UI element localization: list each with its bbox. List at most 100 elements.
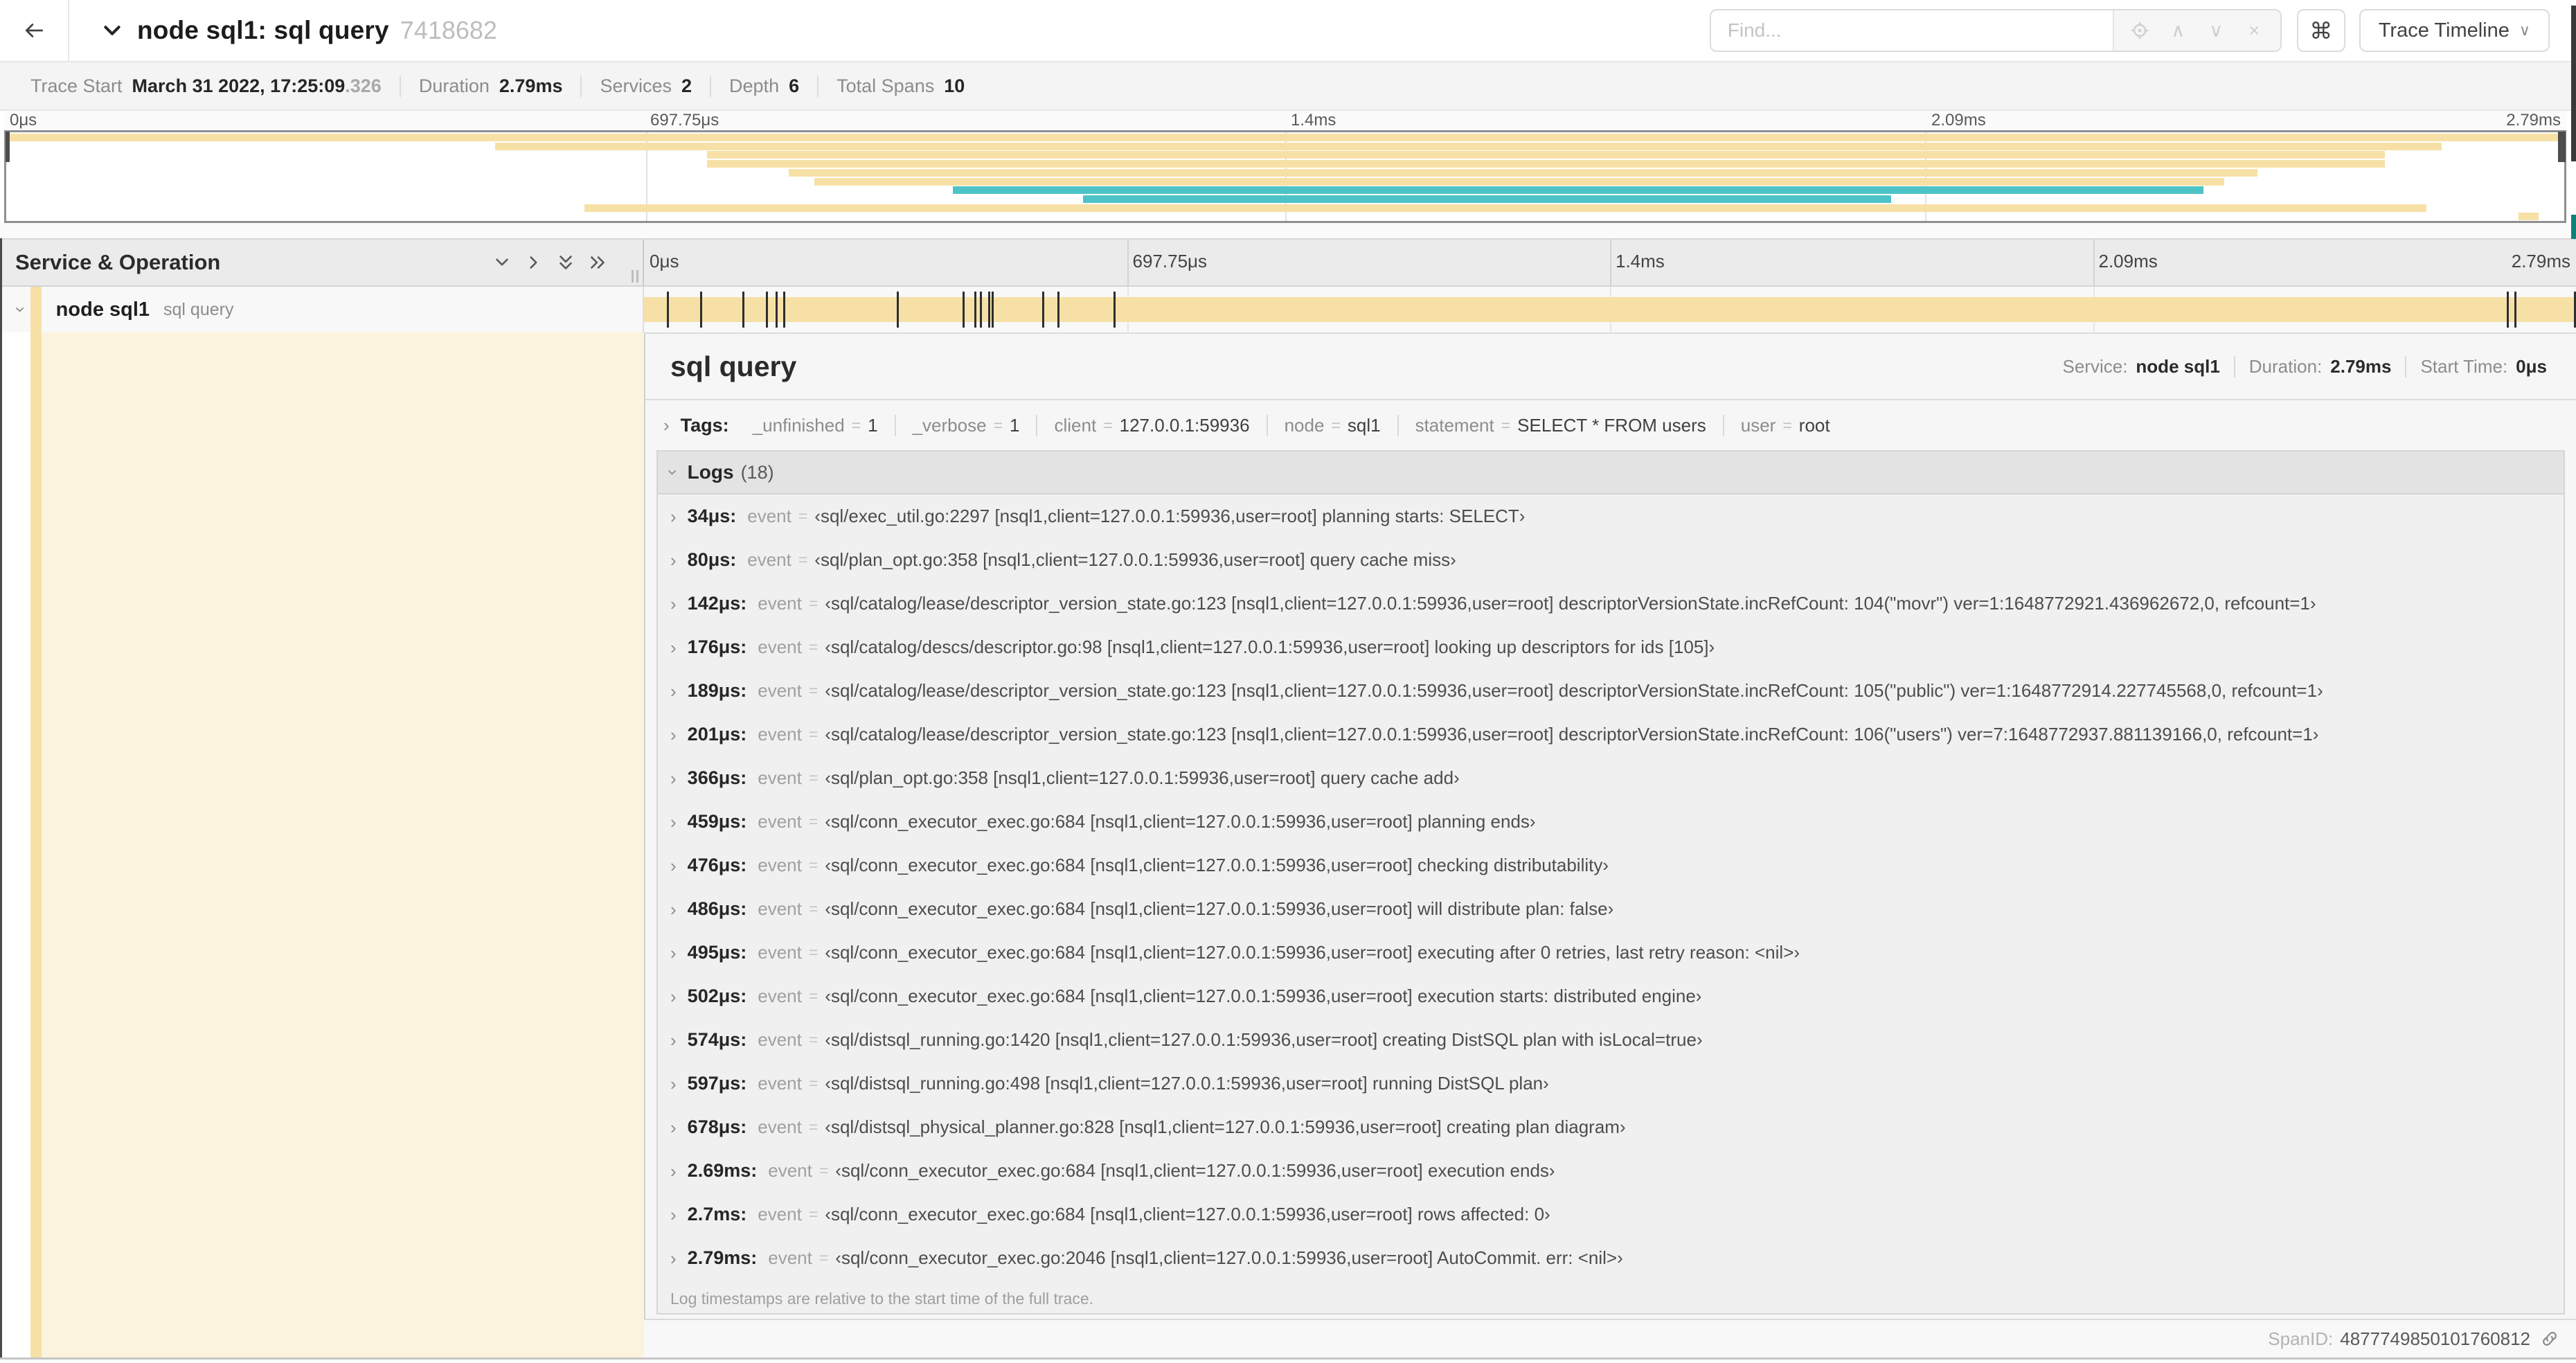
find-prev-button[interactable]: ∧: [2159, 11, 2197, 50]
span-row-timeline[interactable]: [644, 287, 2576, 332]
log-chevron-icon[interactable]: ›: [670, 900, 677, 918]
log-row[interactable]: › 2.79ms: event = ‹sql/conn_executor_exe…: [658, 1236, 2564, 1280]
log-row[interactable]: › 678μs: event = ‹sql/distsql_physical_p…: [658, 1105, 2564, 1149]
log-row[interactable]: › 502μs: event = ‹sql/conn_executor_exec…: [658, 974, 2564, 1018]
log-field-name: event: [758, 767, 802, 788]
back-button[interactable]: [0, 0, 69, 61]
trace-info-item: Depth 6: [710, 75, 817, 97]
log-row[interactable]: › 366μs: event = ‹sql/plan_opt.go:358 [n…: [658, 756, 2564, 800]
log-chevron-icon[interactable]: ›: [670, 769, 677, 787]
timeline-ruler: 0μs 697.75μs 1.4ms 2.09ms 2.79ms: [644, 240, 2576, 285]
log-row[interactable]: › 176μs: event = ‹sql/catalog/descs/desc…: [658, 625, 2564, 669]
log-event-value: ‹sql/catalog/descs/descriptor.go:98 [nsq…: [825, 636, 1715, 657]
expand-one-icon[interactable]: [518, 247, 550, 278]
log-marker-tick[interactable]: [2506, 292, 2509, 328]
timeline-ruler-tick: 0μs: [650, 251, 679, 271]
scrollbar-thumb[interactable]: [2571, 6, 2576, 161]
log-chevron-icon[interactable]: ›: [670, 551, 677, 569]
column-resizer-grip[interactable]: [629, 270, 638, 283]
log-chevron-icon[interactable]: ›: [670, 595, 677, 613]
focus-match-button[interactable]: [2121, 11, 2159, 50]
minimap-span-bar: [707, 151, 2386, 159]
log-chevron-icon[interactable]: ›: [670, 682, 677, 700]
logs-header[interactable]: › Logs (18): [658, 452, 2564, 495]
log-marker-tick[interactable]: [897, 292, 900, 328]
log-marker-tick[interactable]: [1057, 292, 1060, 328]
find-next-button[interactable]: ∨: [2197, 11, 2235, 50]
span-row[interactable]: › node sql1 sql query: [0, 287, 2576, 332]
log-chevron-icon[interactable]: ›: [670, 857, 677, 875]
log-event-value: ‹sql/conn_executor_exec.go:684 [nsql1,cl…: [825, 942, 1800, 963]
log-row[interactable]: › 495μs: event = ‹sql/conn_executor_exec…: [658, 931, 2564, 974]
log-row[interactable]: › 34μs: event = ‹sql/exec_util.go:2297 […: [658, 495, 2564, 538]
log-row[interactable]: › 2.7ms: event = ‹sql/conn_executor_exec…: [658, 1193, 2564, 1236]
span-collapse-chevron-icon[interactable]: ›: [10, 307, 31, 313]
minimap-span-bar: [584, 204, 2426, 212]
span-service-name: node sql1: [55, 298, 150, 321]
find-clear-button[interactable]: ×: [2235, 11, 2273, 50]
log-chevron-icon[interactable]: ›: [670, 1162, 677, 1180]
collapse-all-icon[interactable]: [550, 247, 582, 278]
log-row[interactable]: › 486μs: event = ‹sql/conn_executor_exec…: [658, 887, 2564, 931]
logs-chevron-icon[interactable]: ›: [663, 470, 683, 476]
log-chevron-icon[interactable]: ›: [670, 988, 677, 1006]
tags-chevron-icon[interactable]: ›: [663, 416, 670, 434]
tag-value: 1: [868, 414, 878, 436]
log-marker-tick[interactable]: [980, 292, 983, 328]
log-chevron-icon[interactable]: ›: [670, 1206, 677, 1224]
log-row[interactable]: › 459μs: event = ‹sql/conn_executor_exec…: [658, 800, 2564, 844]
log-marker-tick[interactable]: [974, 292, 977, 328]
log-chevron-icon[interactable]: ›: [670, 726, 677, 744]
log-marker-tick[interactable]: [782, 292, 785, 328]
log-marker-tick[interactable]: [992, 292, 994, 328]
scrollbar[interactable]: [2571, 0, 2576, 1363]
log-chevron-icon[interactable]: ›: [670, 508, 677, 526]
log-marker-tick[interactable]: [765, 292, 768, 328]
log-event-value: ‹sql/conn_executor_exec.go:684 [nsql1,cl…: [835, 1160, 1555, 1181]
log-row[interactable]: › 574μs: event = ‹sql/distsql_running.go…: [658, 1018, 2564, 1062]
minimap-right-scrubber-handle[interactable]: [2558, 132, 2566, 162]
expand-all-icon[interactable]: [582, 247, 614, 278]
log-chevron-icon[interactable]: ›: [670, 1031, 677, 1049]
log-chevron-icon[interactable]: ›: [670, 1249, 677, 1267]
find-input[interactable]: [1710, 10, 2113, 51]
collapse-one-icon[interactable]: [486, 247, 518, 278]
log-chevron-icon[interactable]: ›: [670, 1119, 677, 1137]
log-field-name: event: [758, 855, 802, 875]
log-marker-tick[interactable]: [963, 292, 965, 328]
log-chevron-icon[interactable]: ›: [670, 639, 677, 657]
span-meta-item: Duration: 2.79ms: [2233, 355, 2406, 377]
log-marker-tick[interactable]: [1113, 292, 1116, 328]
log-row[interactable]: › 2.69ms: event = ‹sql/conn_executor_exe…: [658, 1149, 2564, 1193]
log-marker-tick[interactable]: [2514, 292, 2516, 328]
link-icon[interactable]: [2540, 1329, 2559, 1348]
log-chevron-icon[interactable]: ›: [670, 1075, 677, 1093]
keyboard-shortcuts-button[interactable]: ⌘: [2296, 9, 2345, 52]
log-chevron-icon[interactable]: ›: [670, 944, 677, 962]
log-marker-tick[interactable]: [699, 292, 702, 328]
log-row[interactable]: › 597μs: event = ‹sql/distsql_running.go…: [658, 1062, 2564, 1105]
span-row-name-column[interactable]: › node sql1 sql query: [0, 287, 644, 332]
log-event-value: ‹sql/exec_util.go:2297 [nsql1,client=127…: [814, 506, 1526, 526]
log-row[interactable]: › 201μs: event = ‹sql/catalog/lease/desc…: [658, 713, 2564, 756]
log-marker-tick[interactable]: [667, 292, 670, 328]
log-row[interactable]: › 142μs: event = ‹sql/catalog/lease/desc…: [658, 582, 2564, 625]
trace-view-dropdown[interactable]: Trace Timeline ∨: [2359, 9, 2550, 52]
log-event-value: ‹sql/distsql_running.go:1420 [nsql1,clie…: [825, 1029, 1703, 1050]
log-row[interactable]: › 80μs: event = ‹sql/plan_opt.go:358 [ns…: [658, 538, 2564, 582]
trace-minimap[interactable]: [4, 130, 2566, 223]
span-duration-bar[interactable]: [644, 297, 2576, 322]
log-marker-tick[interactable]: [742, 292, 745, 328]
log-marker-tick[interactable]: [1041, 292, 1044, 328]
minimap-left-scrubber-handle[interactable]: [6, 132, 10, 162]
trace-collapse-chevron-icon[interactable]: [100, 18, 125, 43]
tags-row[interactable]: › Tags: _unfinished = 1 _verbose = 1 cli…: [645, 400, 2576, 450]
log-chevron-icon[interactable]: ›: [670, 813, 677, 831]
log-row[interactable]: › 189μs: event = ‹sql/catalog/lease/desc…: [658, 669, 2564, 713]
log-marker-tick[interactable]: [775, 292, 778, 328]
log-equals: =: [819, 1161, 829, 1179]
log-marker-tick[interactable]: [987, 292, 990, 328]
log-row[interactable]: › 476μs: event = ‹sql/conn_executor_exec…: [658, 844, 2564, 887]
log-equals: =: [808, 856, 819, 874]
tag-item: _verbose = 1: [894, 414, 1037, 436]
